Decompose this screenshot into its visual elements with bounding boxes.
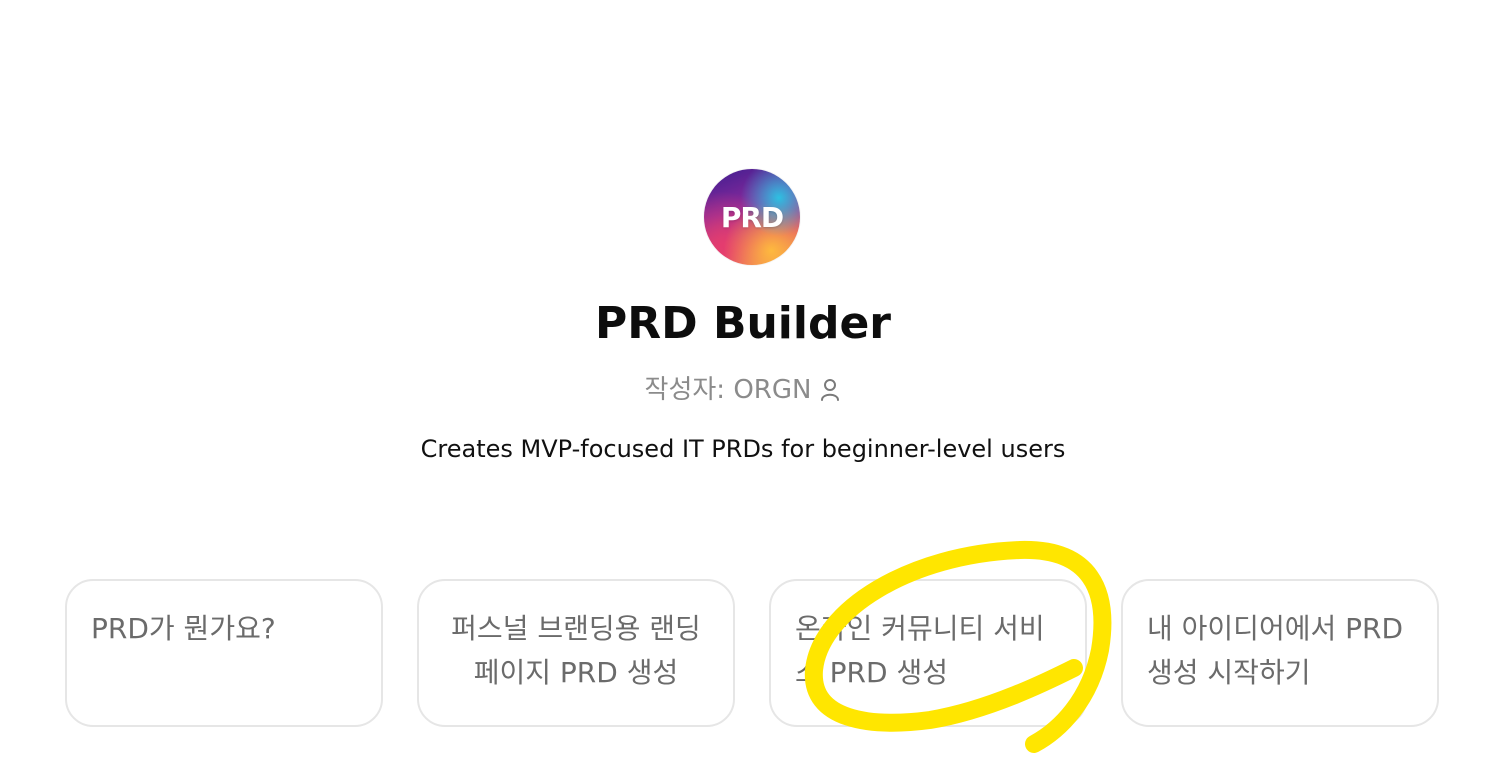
author-line[interactable]: 작성자: ORGN [0, 372, 1486, 408]
prompt-starter-2[interactable]: 퍼스널 브랜딩용 랜딩페이지 PRD 생성 [417, 579, 735, 727]
prompt-starter-label: 퍼스널 브랜딩용 랜딩페이지 PRD 생성 [451, 612, 701, 689]
gpt-logo: PRD [704, 169, 800, 265]
prompt-starter-label: PRD가 뭔가요? [91, 612, 276, 645]
prompt-starter-1[interactable]: PRD가 뭔가요? [65, 579, 383, 727]
gpt-title: PRD Builder [594, 298, 892, 349]
prompt-starter-4[interactable]: 내 아이디어에서 PRD 생성 시작하기 [1121, 579, 1439, 727]
prompt-starter-label: 온라인 커뮤니티 서비스 PRD 생성 [795, 612, 1045, 689]
gpt-intro-page: PRD PRD Builder 작성자: ORGN Creates MVP-fo… [0, 0, 1486, 776]
gpt-description: Creates MVP-focused IT PRDs for beginner… [420, 435, 1066, 463]
prompt-starter-label: 내 아이디어에서 PRD 생성 시작하기 [1147, 612, 1404, 689]
user-icon [819, 377, 841, 403]
author-label: 작성자: ORGN [644, 375, 812, 405]
logo-text: PRD [720, 200, 784, 234]
prompt-starter-3[interactable]: 온라인 커뮤니티 서비스 PRD 생성 [769, 579, 1087, 727]
